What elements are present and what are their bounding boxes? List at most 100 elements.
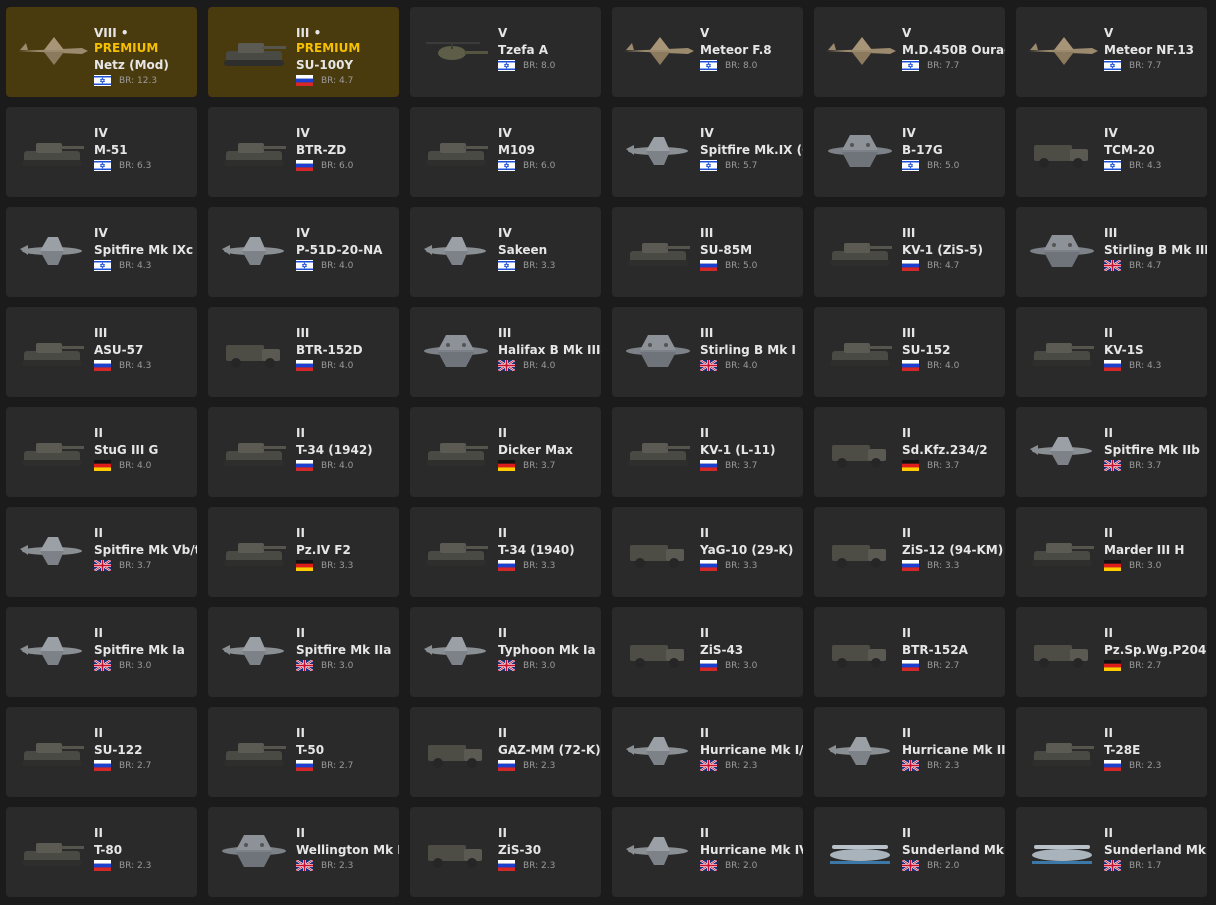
jet-icon (620, 31, 696, 71)
tank-icon (216, 731, 292, 771)
tank-icon (822, 331, 898, 371)
vehicle-card-btr-152d[interactable]: III BTR-152D BR: 4.0 (208, 307, 399, 397)
vehicle-name: Netz (Mod) (94, 58, 169, 72)
ussr-flag-icon (498, 560, 515, 571)
vehicle-name: StuG III G (94, 443, 159, 457)
vehicle-card-t-50[interactable]: II T-50 BR: 2.7 (208, 707, 399, 797)
tank-icon (822, 231, 898, 271)
vehicle-card-m-51[interactable]: IV M-51 BR: 6.3 (6, 107, 197, 197)
vehicle-card-t-34-1940[interactable]: II T-34 (1940) BR: 3.3 (410, 507, 601, 597)
vehicle-card-t-80[interactable]: II T-80 BR: 2.3 (6, 807, 197, 897)
vehicle-card-su-122[interactable]: II SU-122 BR: 2.7 (6, 707, 197, 797)
vehicle-card-stirling-b-mk-i[interactable]: III Stirling B Mk I BR: 4.0 (612, 307, 803, 397)
vehicle-card-m-d-450b-ouragan[interactable]: V M.D.450B Ouragan BR: 7.7 (814, 7, 1005, 97)
vehicle-card-yag-10-29-k[interactable]: II YaG-10 (29-K) BR: 3.3 (612, 507, 803, 597)
battle-rating: BR: 3.3 (523, 560, 556, 571)
vehicle-card-spitfire-mk-vb-trop[interactable]: II Spitfire Mk Vb/trop BR: 3.7 (6, 507, 197, 597)
battle-rating: BR: 2.7 (1129, 660, 1162, 671)
plane-icon (14, 631, 90, 671)
vehicle-card-zis-43[interactable]: II ZiS-43 BR: 3.0 (612, 607, 803, 697)
vehicle-tier: II (498, 526, 507, 540)
vehicle-card-dicker-max[interactable]: II Dicker Max BR: 3.7 (410, 407, 601, 497)
vehicle-card-gaz-mm-72-k[interactable]: II GAZ-MM (72-K) BR: 2.3 (410, 707, 601, 797)
battle-rating: BR: 3.3 (523, 260, 556, 271)
vehicle-tier: II (296, 726, 305, 740)
vehicle-card-btr-152a[interactable]: II BTR-152A BR: 2.7 (814, 607, 1005, 697)
vehicle-name: Hurricane Mk I/L (700, 743, 803, 757)
vehicle-card-t-28e[interactable]: II T-28E BR: 2.3 (1016, 707, 1207, 797)
vehicle-card-t-34-1942[interactable]: II T-34 (1942) BR: 4.0 (208, 407, 399, 497)
vehicle-card-su-152[interactable]: III SU-152 BR: 4.0 (814, 307, 1005, 397)
vehicle-card-hurricane-mk-iib-trop[interactable]: II Hurricane Mk IIB/Trop BR: 2.3 (814, 707, 1005, 797)
vehicle-card-stirling-b-mk-iii[interactable]: III Stirling B Mk III BR: 4.7 (1016, 207, 1207, 297)
germany-flag-icon (1104, 560, 1121, 571)
vehicle-tier: II (1104, 426, 1113, 440)
tier-separator: • (116, 26, 129, 40)
vehicle-card-su-85m[interactable]: III SU-85M BR: 5.0 (612, 207, 803, 297)
vehicle-tier: II (498, 726, 507, 740)
vehicle-tier: IV (94, 226, 108, 240)
vehicle-tier: V (1104, 26, 1114, 40)
tank-icon (14, 831, 90, 871)
vehicle-card-tzefa-a[interactable]: V Tzefa A BR: 8.0 (410, 7, 601, 97)
uk-flag-icon (296, 860, 313, 871)
jet-icon (14, 31, 90, 71)
vehicle-name: SU-122 (94, 743, 143, 757)
vehicle-card-meteor-f-8[interactable]: V Meteor F.8 BR: 8.0 (612, 7, 803, 97)
vehicle-card-stug-iii-g[interactable]: II StuG III G BR: 4.0 (6, 407, 197, 497)
vehicle-card-zis-12-94-km[interactable]: II ZiS-12 (94-KM) BR: 3.3 (814, 507, 1005, 597)
vehicle-card-meteor-nf-13[interactable]: V Meteor NF.13 BR: 7.7 (1016, 7, 1207, 97)
uk-flag-icon (700, 860, 717, 871)
vehicle-card-spitfire-mk-iia[interactable]: II Spitfire Mk IIa BR: 3.0 (208, 607, 399, 697)
vehicle-card-m109[interactable]: IV M109 BR: 6.0 (410, 107, 601, 197)
vehicle-card-sakeen[interactable]: IV Sakeen BR: 3.3 (410, 207, 601, 297)
vehicle-tier: II (902, 826, 911, 840)
vehicle-card-spitfire-mk-ix-cw[interactable]: IV Spitfire Mk.IX (CW) BR: 5.7 (612, 107, 803, 197)
vehicle-card-pz-sp-wg-p204-f-kwk[interactable]: II Pz.Sp.Wg.P204(f) KwK BR: 2.7 (1016, 607, 1207, 697)
vehicle-card-sunderland-mk-iiia[interactable]: II Sunderland Mk IIIa BR: 1.7 (1016, 807, 1207, 897)
battle-rating: BR: 8.0 (725, 60, 758, 71)
battle-rating: BR: 4.0 (321, 260, 354, 271)
vehicle-tier: II (700, 626, 709, 640)
vehicle-card-typhoon-mk-ia[interactable]: II Typhoon Mk Ia BR: 3.0 (410, 607, 601, 697)
vehicle-card-spitfire-mk-ia[interactable]: II Spitfire Mk Ia BR: 3.0 (6, 607, 197, 697)
israel-flag-icon (498, 260, 515, 271)
vehicle-card-kv-1-zis-5[interactable]: III KV-1 (ZiS-5) BR: 4.7 (814, 207, 1005, 297)
battle-rating: BR: 3.3 (725, 560, 758, 571)
vehicle-card-b-17g[interactable]: IV B-17G BR: 5.0 (814, 107, 1005, 197)
vehicle-card-wellington-mk-ic[interactable]: II Wellington Mk Ic BR: 2.3 (208, 807, 399, 897)
plane-icon (14, 531, 90, 571)
vehicle-card-sunderland-mk-v[interactable]: II Sunderland Mk V BR: 2.0 (814, 807, 1005, 897)
vehicle-tier: II (1104, 326, 1113, 340)
vehicle-card-p-51d-20-na[interactable]: IV P-51D-20-NA BR: 4.0 (208, 207, 399, 297)
vehicle-card-su-100y[interactable]: III • PREMIUM SU-100Y BR: 4.7 (208, 7, 399, 97)
vehicle-card-pz-iv-f2[interactable]: II Pz.IV F2 BR: 3.3 (208, 507, 399, 597)
vehicle-card-spitfire-mk-iib[interactable]: II Spitfire Mk IIb BR: 3.7 (1016, 407, 1207, 497)
vehicle-card-hurricane-mk-i-l[interactable]: II Hurricane Mk I/L BR: 2.3 (612, 707, 803, 797)
vehicle-name: T-34 (1942) (296, 443, 373, 457)
vehicle-tier: III (1104, 226, 1118, 240)
vehicle-card-zis-30[interactable]: II ZiS-30 BR: 2.3 (410, 807, 601, 897)
vehicle-card-marder-iii-h[interactable]: II Marder III H BR: 3.0 (1016, 507, 1207, 597)
ussr-flag-icon (296, 75, 313, 86)
vehicle-card-netz-mod[interactable]: VIII • PREMIUM Netz (Mod) BR: 12.3 (6, 7, 197, 97)
jet-icon (1024, 31, 1100, 71)
vehicle-card-sd-kfz-234-2[interactable]: II Sd.Kfz.234/2 BR: 3.7 (814, 407, 1005, 497)
vehicle-card-tcm-20[interactable]: IV TCM-20 BR: 4.3 (1016, 107, 1207, 197)
israel-flag-icon (296, 260, 313, 271)
vehicle-card-halifax-b-mk-iiia[interactable]: III Halifax B Mk IIIa BR: 4.0 (410, 307, 601, 397)
vehicle-card-kv-1-l-11[interactable]: II KV-1 (L-11) BR: 3.7 (612, 407, 803, 497)
vehicle-card-asu-57[interactable]: III ASU-57 BR: 4.3 (6, 307, 197, 397)
vehicle-name: Stirling B Mk III (1104, 243, 1207, 257)
truck-icon (418, 731, 494, 771)
vehicle-name: KV-1S (1104, 343, 1144, 357)
vehicle-card-spitfire-mk-ixc[interactable]: IV Spitfire Mk IXc BR: 4.3 (6, 207, 197, 297)
battle-rating: BR: 7.7 (1129, 60, 1162, 71)
vehicle-card-kv-1s[interactable]: II KV-1S BR: 4.3 (1016, 307, 1207, 397)
plane-icon (822, 731, 898, 771)
truck-icon (620, 631, 696, 671)
vehicle-card-btr-zd[interactable]: IV BTR-ZD BR: 6.0 (208, 107, 399, 197)
israel-flag-icon (902, 160, 919, 171)
vehicle-card-hurricane-mk-iv[interactable]: II Hurricane Mk IV BR: 2.0 (612, 807, 803, 897)
battle-rating: BR: 4.0 (321, 460, 354, 471)
